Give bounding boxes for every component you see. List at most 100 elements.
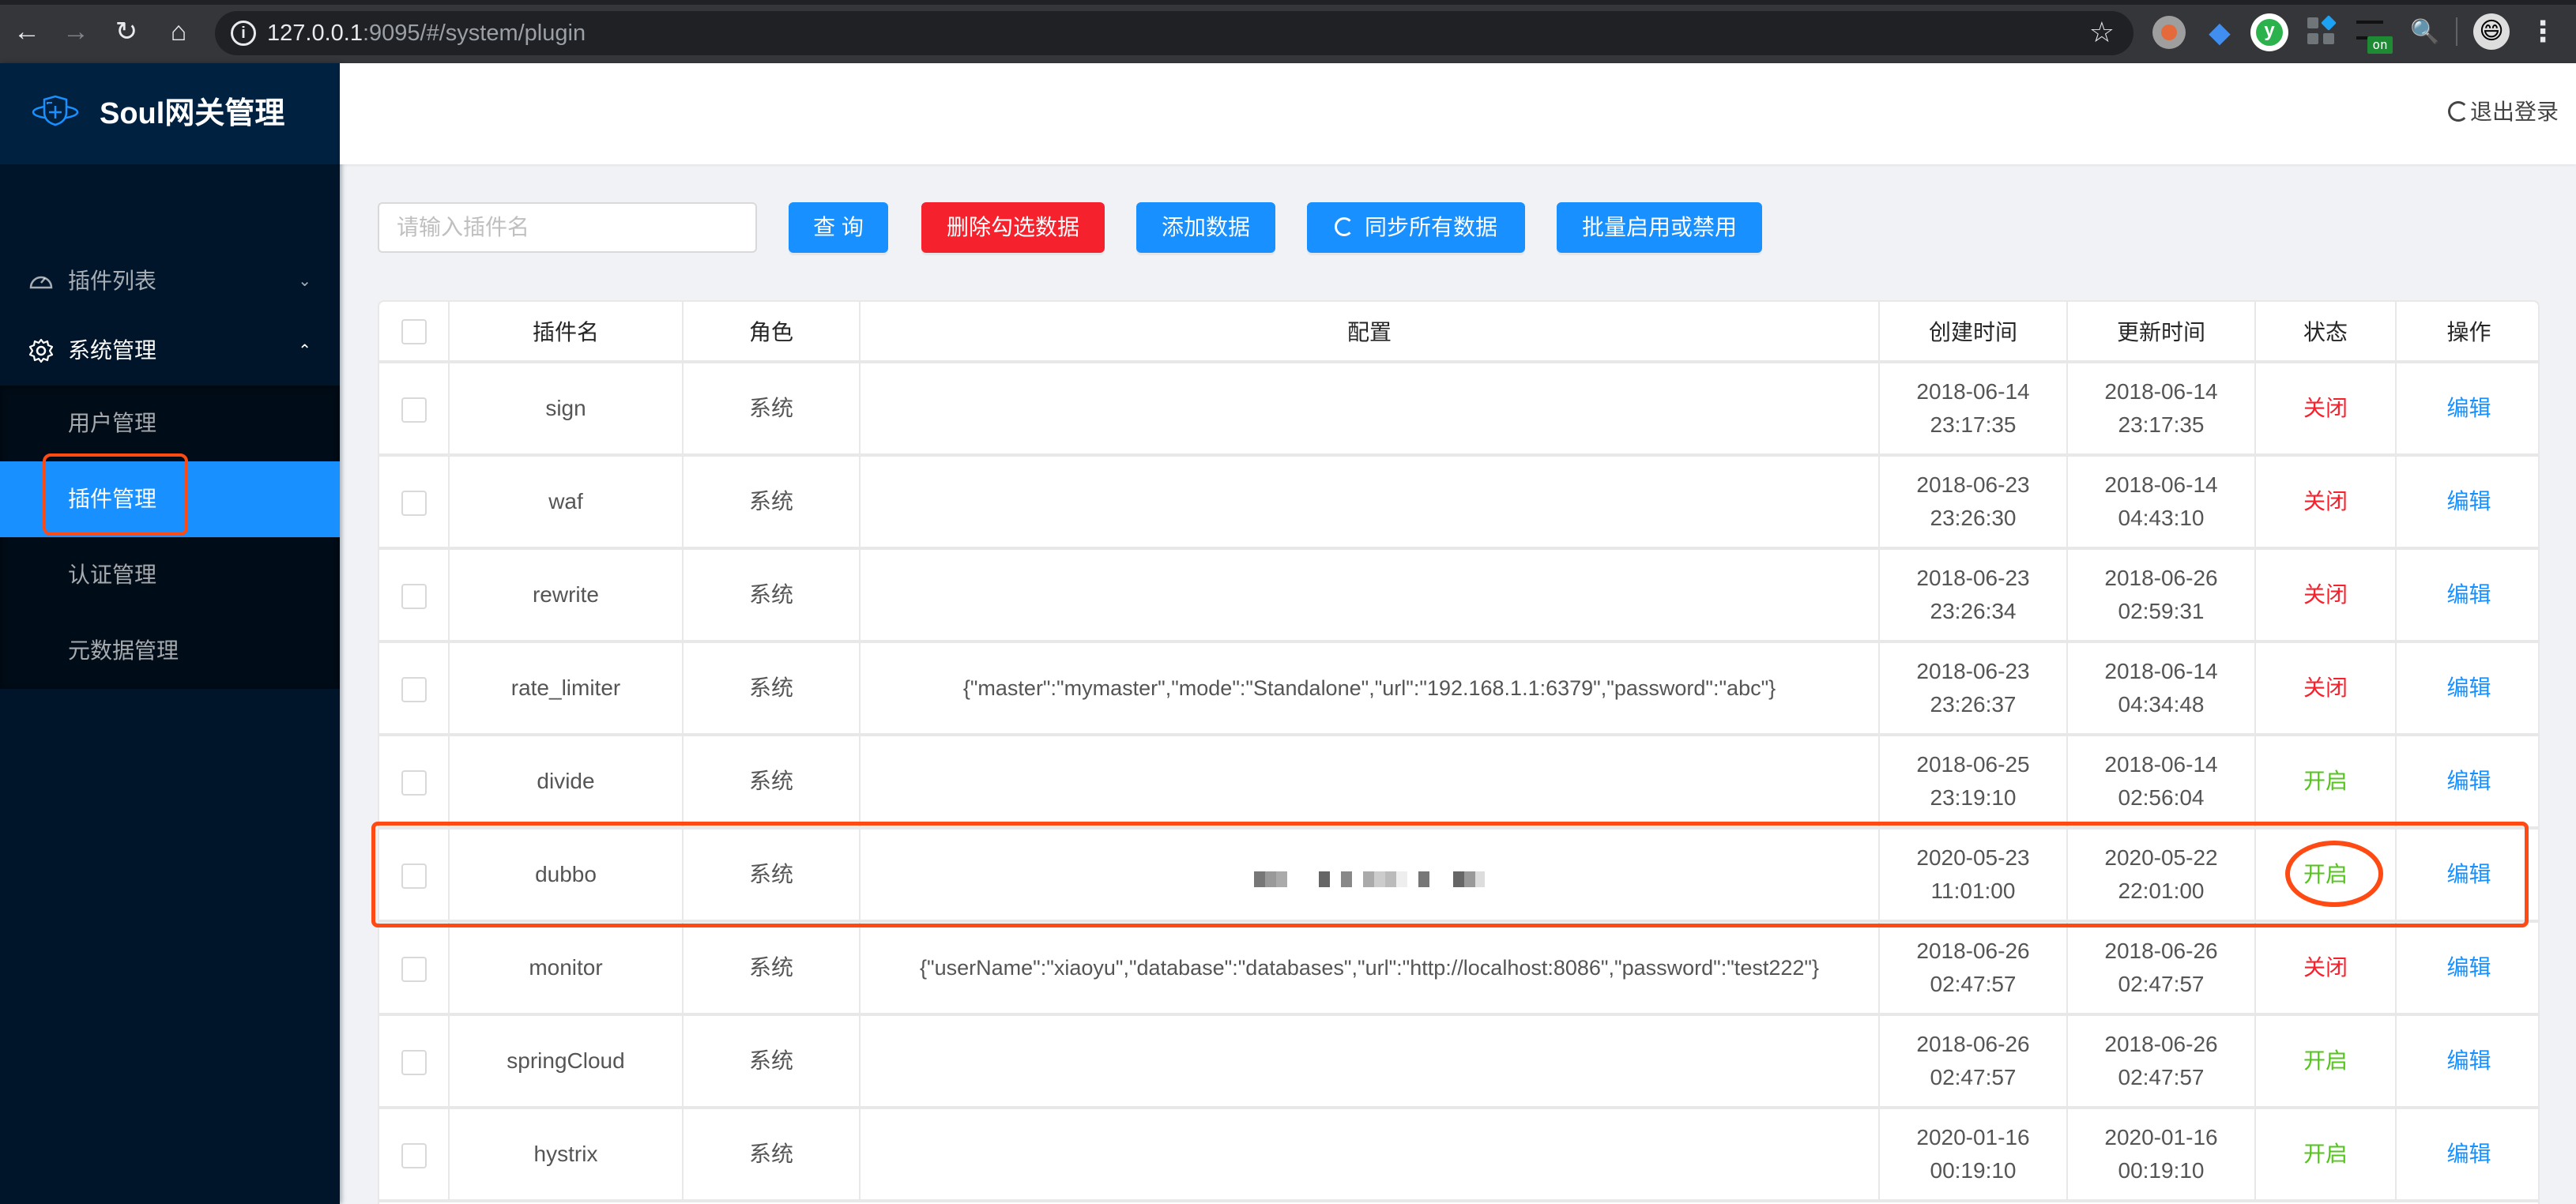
config-cell: {"master":"mymaster","mode":"Standalone"… bbox=[860, 642, 1880, 736]
created-clock: 23:19:10 bbox=[1930, 785, 2017, 810]
updated-date: 2018-06-14 bbox=[2104, 472, 2218, 497]
select-all-checkbox[interactable] bbox=[401, 318, 427, 344]
more-menu-icon[interactable]: ⋮ bbox=[2529, 14, 2557, 49]
profile-avatar[interactable]: 😄 bbox=[2473, 13, 2510, 50]
column-header-status[interactable]: 状态 bbox=[2255, 302, 2397, 363]
bookmark-star-icon[interactable]: ☆ bbox=[2089, 16, 2115, 49]
url-path: :9095/#/system/plugin bbox=[362, 21, 586, 46]
created-time-cell: 2018-06-23 23:26:37 bbox=[1879, 642, 2068, 736]
app-title: Soul网关管理 bbox=[100, 97, 285, 130]
reload-icon[interactable]: ↻ bbox=[109, 14, 144, 49]
sidebar-item-plugin-management[interactable]: 插件管理 bbox=[0, 453, 340, 537]
sidebar-item-auth-management[interactable]: 认证管理 bbox=[0, 537, 340, 613]
batch-toggle-button[interactable]: 批量启用或禁用 bbox=[1557, 202, 1762, 253]
url-text[interactable]: 127.0.0.1:9095/#/system/plugin bbox=[267, 19, 586, 47]
column-header-updated[interactable]: 更新时间 bbox=[2067, 302, 2256, 363]
role-cell: 系统 bbox=[683, 735, 861, 830]
query-button[interactable]: 查 询 bbox=[789, 202, 888, 253]
updated-time-cell: 2018-06-14 23:17:35 bbox=[2067, 362, 2256, 457]
y-extension-icon[interactable] bbox=[2250, 13, 2288, 51]
updated-date: 2020-05-22 bbox=[2104, 845, 2218, 870]
shield-logo-icon bbox=[32, 95, 79, 126]
logout-label: 退出登录 bbox=[2469, 100, 2559, 124]
row-checkbox[interactable] bbox=[401, 676, 427, 702]
edit-link[interactable]: 编辑 bbox=[2446, 955, 2491, 980]
status-badge: 开启 bbox=[2303, 1048, 2348, 1073]
edit-link[interactable]: 编辑 bbox=[2446, 489, 2491, 514]
row-checkbox[interactable] bbox=[401, 956, 427, 982]
plugin-table: 插件名 角色 配置 创建时间 更新时间 状态 操作 sign 系统 2018-0… bbox=[378, 300, 2540, 1204]
logout-icon bbox=[2447, 101, 2469, 122]
row-checkbox[interactable] bbox=[401, 863, 427, 889]
redacted-block bbox=[1254, 871, 1485, 887]
row-checkbox[interactable] bbox=[401, 769, 427, 796]
action-cell: 编辑 bbox=[2396, 455, 2538, 550]
plugin-name-cell: rate_limiter bbox=[449, 642, 684, 736]
updated-date: 2018-06-14 bbox=[2104, 659, 2218, 683]
back-arrow-icon[interactable]: ← bbox=[9, 14, 44, 49]
delete-selected-button[interactable]: 删除勾选数据 bbox=[921, 202, 1105, 253]
updated-clock: 23:17:35 bbox=[2118, 412, 2205, 437]
chevron-down-icon: ⌄ bbox=[298, 273, 311, 290]
plugin-name-search-input[interactable] bbox=[378, 202, 757, 253]
edit-link[interactable]: 编辑 bbox=[2446, 396, 2491, 420]
status-badge: 开启 bbox=[2303, 1142, 2348, 1166]
magnifier-extension-icon[interactable]: 🔍 bbox=[2408, 16, 2442, 49]
row-checkbox[interactable] bbox=[401, 490, 427, 516]
updated-clock: 02:47:57 bbox=[2118, 972, 2205, 996]
row-checkbox[interactable] bbox=[401, 583, 427, 609]
sync-all-button[interactable]: 同步所有数据 bbox=[1307, 202, 1525, 253]
add-data-button[interactable]: 添加数据 bbox=[1136, 202, 1275, 253]
table-row: dubbo 系统 2020-05-23 11:01:00 2020-05-22 22… bbox=[379, 828, 2538, 923]
select-cell bbox=[379, 642, 450, 736]
updated-date: 2018-06-26 bbox=[2104, 1032, 2218, 1056]
updated-clock: 02:56:04 bbox=[2118, 785, 2205, 810]
browser-toolbar: ← → ↻ ⌂ i 127.0.0.1:9095/#/system/plugin… bbox=[0, 0, 2576, 63]
created-time-cell: 2018-06-23 23:26:34 bbox=[1879, 548, 2068, 643]
sidebar-item-plugin-list[interactable]: 插件列表 ⌄ bbox=[0, 246, 340, 316]
apps-extension-icon[interactable] bbox=[2306, 15, 2339, 49]
plugin-name-cell: dubbo bbox=[449, 828, 684, 923]
config-cell bbox=[860, 455, 1880, 550]
sidebar-item-user-management[interactable]: 用户管理 bbox=[0, 386, 340, 461]
home-icon[interactable]: ⌂ bbox=[161, 14, 196, 49]
forward-arrow-icon[interactable]: → bbox=[58, 14, 93, 49]
created-date: 2018-06-23 bbox=[1916, 566, 2030, 590]
status-cell: 开启 bbox=[2255, 1108, 2397, 1202]
created-clock: 23:17:35 bbox=[1930, 412, 2017, 437]
list-extension-icon[interactable]: on bbox=[2353, 16, 2393, 54]
row-checkbox[interactable] bbox=[401, 1049, 427, 1075]
edit-link[interactable]: 编辑 bbox=[2446, 1142, 2491, 1166]
diamond-extension-icon[interactable]: ◆ bbox=[2203, 16, 2236, 49]
column-header-action[interactable]: 操作 bbox=[2396, 302, 2538, 363]
edit-link[interactable]: 编辑 bbox=[2446, 769, 2491, 793]
row-checkbox[interactable] bbox=[401, 1142, 427, 1168]
row-checkbox[interactable] bbox=[401, 397, 427, 423]
action-cell: 编辑 bbox=[2396, 1014, 2538, 1109]
updated-time-cell: 2018-06-14 04:43:10 bbox=[2067, 455, 2256, 550]
sidebar-item-metadata-management[interactable]: 元数据管理 bbox=[0, 613, 340, 689]
column-header-name[interactable]: 插件名 bbox=[449, 302, 684, 363]
logo[interactable]: Soul网关管理 bbox=[0, 63, 340, 164]
extension-badge: on bbox=[2367, 36, 2393, 54]
column-header-config[interactable]: 配置 bbox=[860, 302, 1880, 363]
updated-time-cell: 2018-06-14 02:56:04 bbox=[2067, 735, 2256, 830]
updated-time-cell: 2018-06-26 02:59:31 bbox=[2067, 548, 2256, 643]
record-extension-icon[interactable] bbox=[2152, 16, 2186, 49]
edit-link[interactable]: 编辑 bbox=[2446, 582, 2491, 607]
site-info-icon[interactable]: i bbox=[231, 21, 256, 46]
edit-link[interactable]: 编辑 bbox=[2446, 1048, 2491, 1073]
logout-button[interactable]: 退出登录 bbox=[2447, 96, 2559, 128]
column-header-created[interactable]: 创建时间 bbox=[1879, 302, 2068, 363]
status-cell: 开启 bbox=[2255, 1014, 2397, 1109]
edit-link[interactable]: 编辑 bbox=[2446, 675, 2491, 700]
edit-link[interactable]: 编辑 bbox=[2446, 862, 2491, 886]
role-cell: 系统 bbox=[683, 921, 861, 1016]
status-cell: 开启 bbox=[2255, 735, 2397, 830]
role-cell: 系统 bbox=[683, 1108, 861, 1202]
sidebar-item-system-management[interactable]: 系统管理 ⌃ bbox=[0, 316, 340, 386]
column-header-role[interactable]: 角色 bbox=[683, 302, 861, 363]
annotation-highlight-box bbox=[43, 453, 188, 536]
updated-clock: 04:43:10 bbox=[2118, 506, 2205, 530]
address-bar[interactable]: i 127.0.0.1:9095/#/system/plugin ☆ bbox=[215, 11, 2133, 55]
